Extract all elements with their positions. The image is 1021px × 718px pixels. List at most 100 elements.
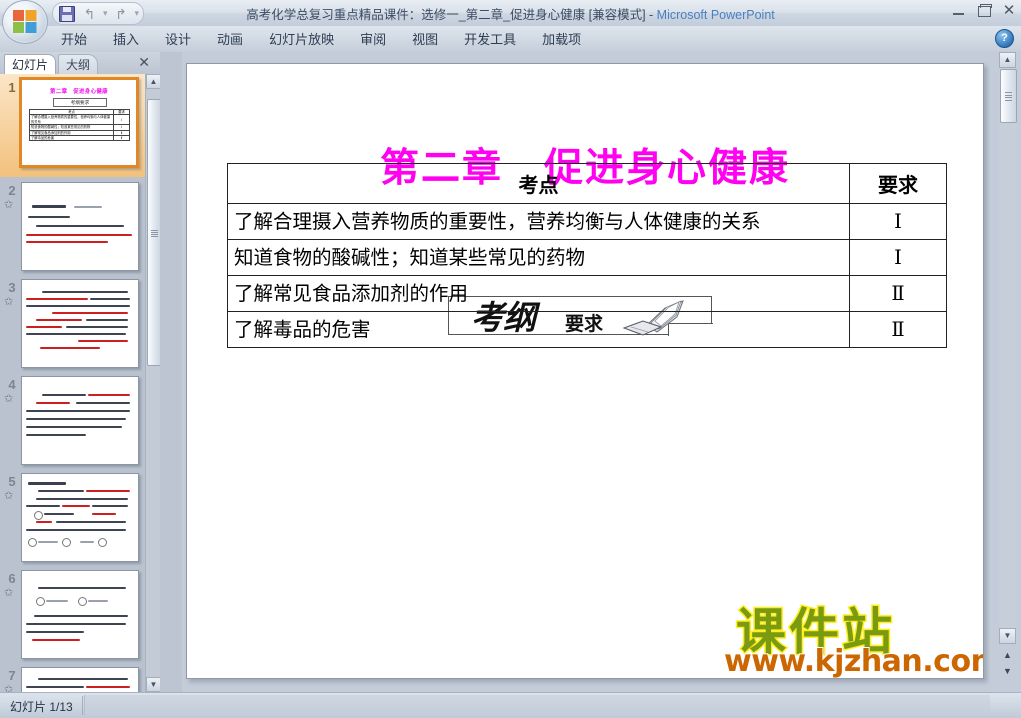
ribbon-tabs: 开始 插入 设计 动画 幻灯片放映 审阅 视图 开发工具 加载项 [48,26,594,52]
slide-scrollbar[interactable]: ▲ ▼ ▲ ▼ [990,52,1021,692]
scroll-down-icon[interactable]: ▼ [146,677,161,692]
tab-insert[interactable]: 插入 [100,27,152,52]
scroll-up-icon[interactable]: ▲ [146,74,161,89]
table-cell-req: Ⅱ [849,311,947,348]
status-theme-pane [84,695,990,716]
status-bar: 幻灯片 1/13 [0,692,1021,718]
mini-banner-main: 考纲 [70,100,80,105]
mini-banner: 考纲要求 [53,98,107,107]
ribbon-tab-bar: 开始 插入 设计 动画 幻灯片放映 审阅 视图 开发工具 加载项 ? [0,26,1021,53]
scroll-up-icon[interactable]: ▲ [999,52,1016,68]
table-cell-req: Ⅰ [849,239,947,276]
powerpoint-window: 高考化学总复习重点精品课件：选修一_第二章_促进身心健康 [兼容模式] - Mi… [0,0,1021,718]
thumbnail-number: 4 [8,377,16,392]
thumbnail-number: 2 [8,183,16,198]
table-cell-req: Ⅰ [849,203,947,240]
scrollbar-thumb[interactable] [1000,69,1017,123]
panel-splitter[interactable] [160,52,182,692]
mini-td-req: Ⅱ [113,134,130,142]
thumbnail-slide-5[interactable]: 5 ✩ [0,468,145,565]
tab-review[interactable]: 审阅 [347,27,399,52]
current-slide[interactable]: 第二章 促进身心健康 考纲 要求 考点 要求 了解合理摄入营养物质的重要性，营养… [186,63,984,679]
thumbnail-slide-1[interactable]: 1 第二章 促进身心健康 考纲要求 考点 要求 了解合理摄入营养物质的重要性，营养… [0,74,145,177]
restore-icon[interactable] [976,4,992,18]
thumbnail-preview [21,182,139,271]
slides-panel: 幻灯片 大纲 ✕ 1 第二章 促进身心健康 考纲要求 考点 要求 了解合理摄入营养… [0,52,162,692]
minimize-icon[interactable] [951,4,967,18]
table-cell-point: 了解合理摄入营养物质的重要性，营养均衡与人体健康的关系 [227,203,850,240]
requirements-table[interactable]: 考点 要求 了解合理摄入营养物质的重要性，营养均衡与人体健康的关系 Ⅰ 知道食物… [227,163,947,348]
scrollbar-track[interactable] [999,52,1016,644]
animation-star-icon: ✩ [4,296,14,308]
next-slide-button[interactable]: ▼ [999,664,1016,679]
redo-button[interactable]: ↱ [112,5,131,23]
thumbnail-preview [21,667,139,692]
tab-developer[interactable]: 开发工具 [451,27,529,52]
tab-design[interactable]: 设计 [152,27,204,52]
window-title-separator: - [645,8,657,22]
tab-home[interactable]: 开始 [48,27,100,52]
mini-td-point: 了解合理摄入营养物质的重要性，营养均衡与人体健康的关系 [29,114,114,126]
thumbnail-preview [21,376,139,465]
scrollbar-grip-icon [1005,92,1012,101]
status-separator [82,696,83,715]
table-row: 了解常见食品添加剂的作用 Ⅱ [227,275,947,312]
table-cell-point: 了解毒品的危害 [227,311,850,348]
table-header-req: 要求 [849,163,947,204]
thumbnail-preview [21,279,139,368]
table-row: 了解合理摄入营养物质的重要性，营养均衡与人体健康的关系 Ⅰ [227,203,947,240]
scroll-down-icon[interactable]: ▼ [999,628,1016,644]
undo-dropdown-icon[interactable]: ▾ [103,8,108,19]
slide-counter: 幻灯片 1/13 [10,700,73,714]
animation-star-icon: ✩ [4,684,14,692]
panel-close-icon[interactable]: ✕ [138,55,150,71]
help-icon[interactable]: ? [995,29,1014,48]
slides-panel-scrollbar[interactable]: ▲ ▼ [145,74,162,692]
save-icon [58,5,75,22]
thumbnail-slide-4[interactable]: 4 ✩ [0,371,145,468]
table-row: 了解毒品的危害 Ⅱ [227,311,947,348]
tab-slideshow[interactable]: 幻灯片放映 [256,27,347,52]
mini-slide-title: 第二章 促进身心健康 [50,89,108,95]
undo-button[interactable]: ↰ [80,5,99,23]
thumbnail-slide-6[interactable]: 6 ✩ [0,565,145,662]
table-cell-req: Ⅱ [849,275,947,312]
mini-td-req: Ⅰ [113,114,130,126]
window-title-document: 高考化学总复习重点精品课件：选修一_第二章_促进身心健康 [兼容模式] [246,8,646,22]
tab-addins[interactable]: 加载项 [529,27,594,52]
slide-editing-area: 第二章 促进身心健康 考纲 要求 考点 要求 了解合理摄入营养物质的重要性，营养… [182,52,990,692]
office-logo-icon [13,10,37,33]
tab-animations[interactable]: 动画 [204,27,256,52]
thumbnail-slide-3[interactable]: 3 ✩ [0,274,145,371]
watermark-url: www.kjzhan.com [723,643,984,679]
window-title-app: Microsoft PowerPoint [656,8,775,22]
tab-slides[interactable]: 幻灯片 [4,54,57,75]
window-controls: ✕ [951,3,1017,18]
office-button[interactable] [2,0,48,44]
save-button[interactable] [57,5,76,23]
window-title: 高考化学总复习重点精品课件：选修一_第二章_促进身心健康 [兼容模式] - Mi… [0,4,1021,23]
animation-star-icon: ✩ [4,199,14,211]
mini-td-point: 了解毒品的危害 [29,134,114,142]
thumbnail-list[interactable]: 1 第二章 促进身心健康 考纲要求 考点 要求 了解合理摄入营养物质的重要性，营养… [0,74,145,692]
thumbnail-preview: 第二章 促进身心健康 考纲要求 考点 要求 了解合理摄入营养物质的重要性，营养均衡… [19,77,139,168]
table-header-point: 考点 [227,163,850,204]
tab-outline[interactable]: 大纲 [58,54,99,75]
table-cell-point: 了解常见食品添加剂的作用 [227,275,850,312]
thumbnail-number: 7 [8,668,16,683]
thumbnail-number: 6 [8,571,16,586]
mini-table: 考点 要求 了解合理摄入营养物质的重要性，营养均衡与人体健康的关系 Ⅰ 知道食物的酸… [29,108,130,142]
animation-star-icon: ✩ [4,393,14,405]
table-row: 知道食物的酸碱性；知道某些常见的药物 Ⅰ [227,239,947,276]
thumbnail-number: 3 [8,280,16,295]
close-icon[interactable]: ✕ [1001,3,1017,18]
thumbnail-slide-7[interactable]: 7 ✩ [0,662,145,692]
table-cell-point: 知道食物的酸碱性；知道某些常见的药物 [227,239,850,276]
tab-view[interactable]: 视图 [399,27,451,52]
customize-qat-icon[interactable]: ▾ [135,8,140,19]
previous-slide-button[interactable]: ▲ [999,648,1016,663]
mini-banner-sub: 要求 [80,100,90,105]
quick-access-toolbar: ↰ ▾ ↱ ▾ [52,2,145,25]
animation-star-icon: ✩ [4,587,14,599]
thumbnail-slide-2[interactable]: 2 ✩ [0,177,145,274]
